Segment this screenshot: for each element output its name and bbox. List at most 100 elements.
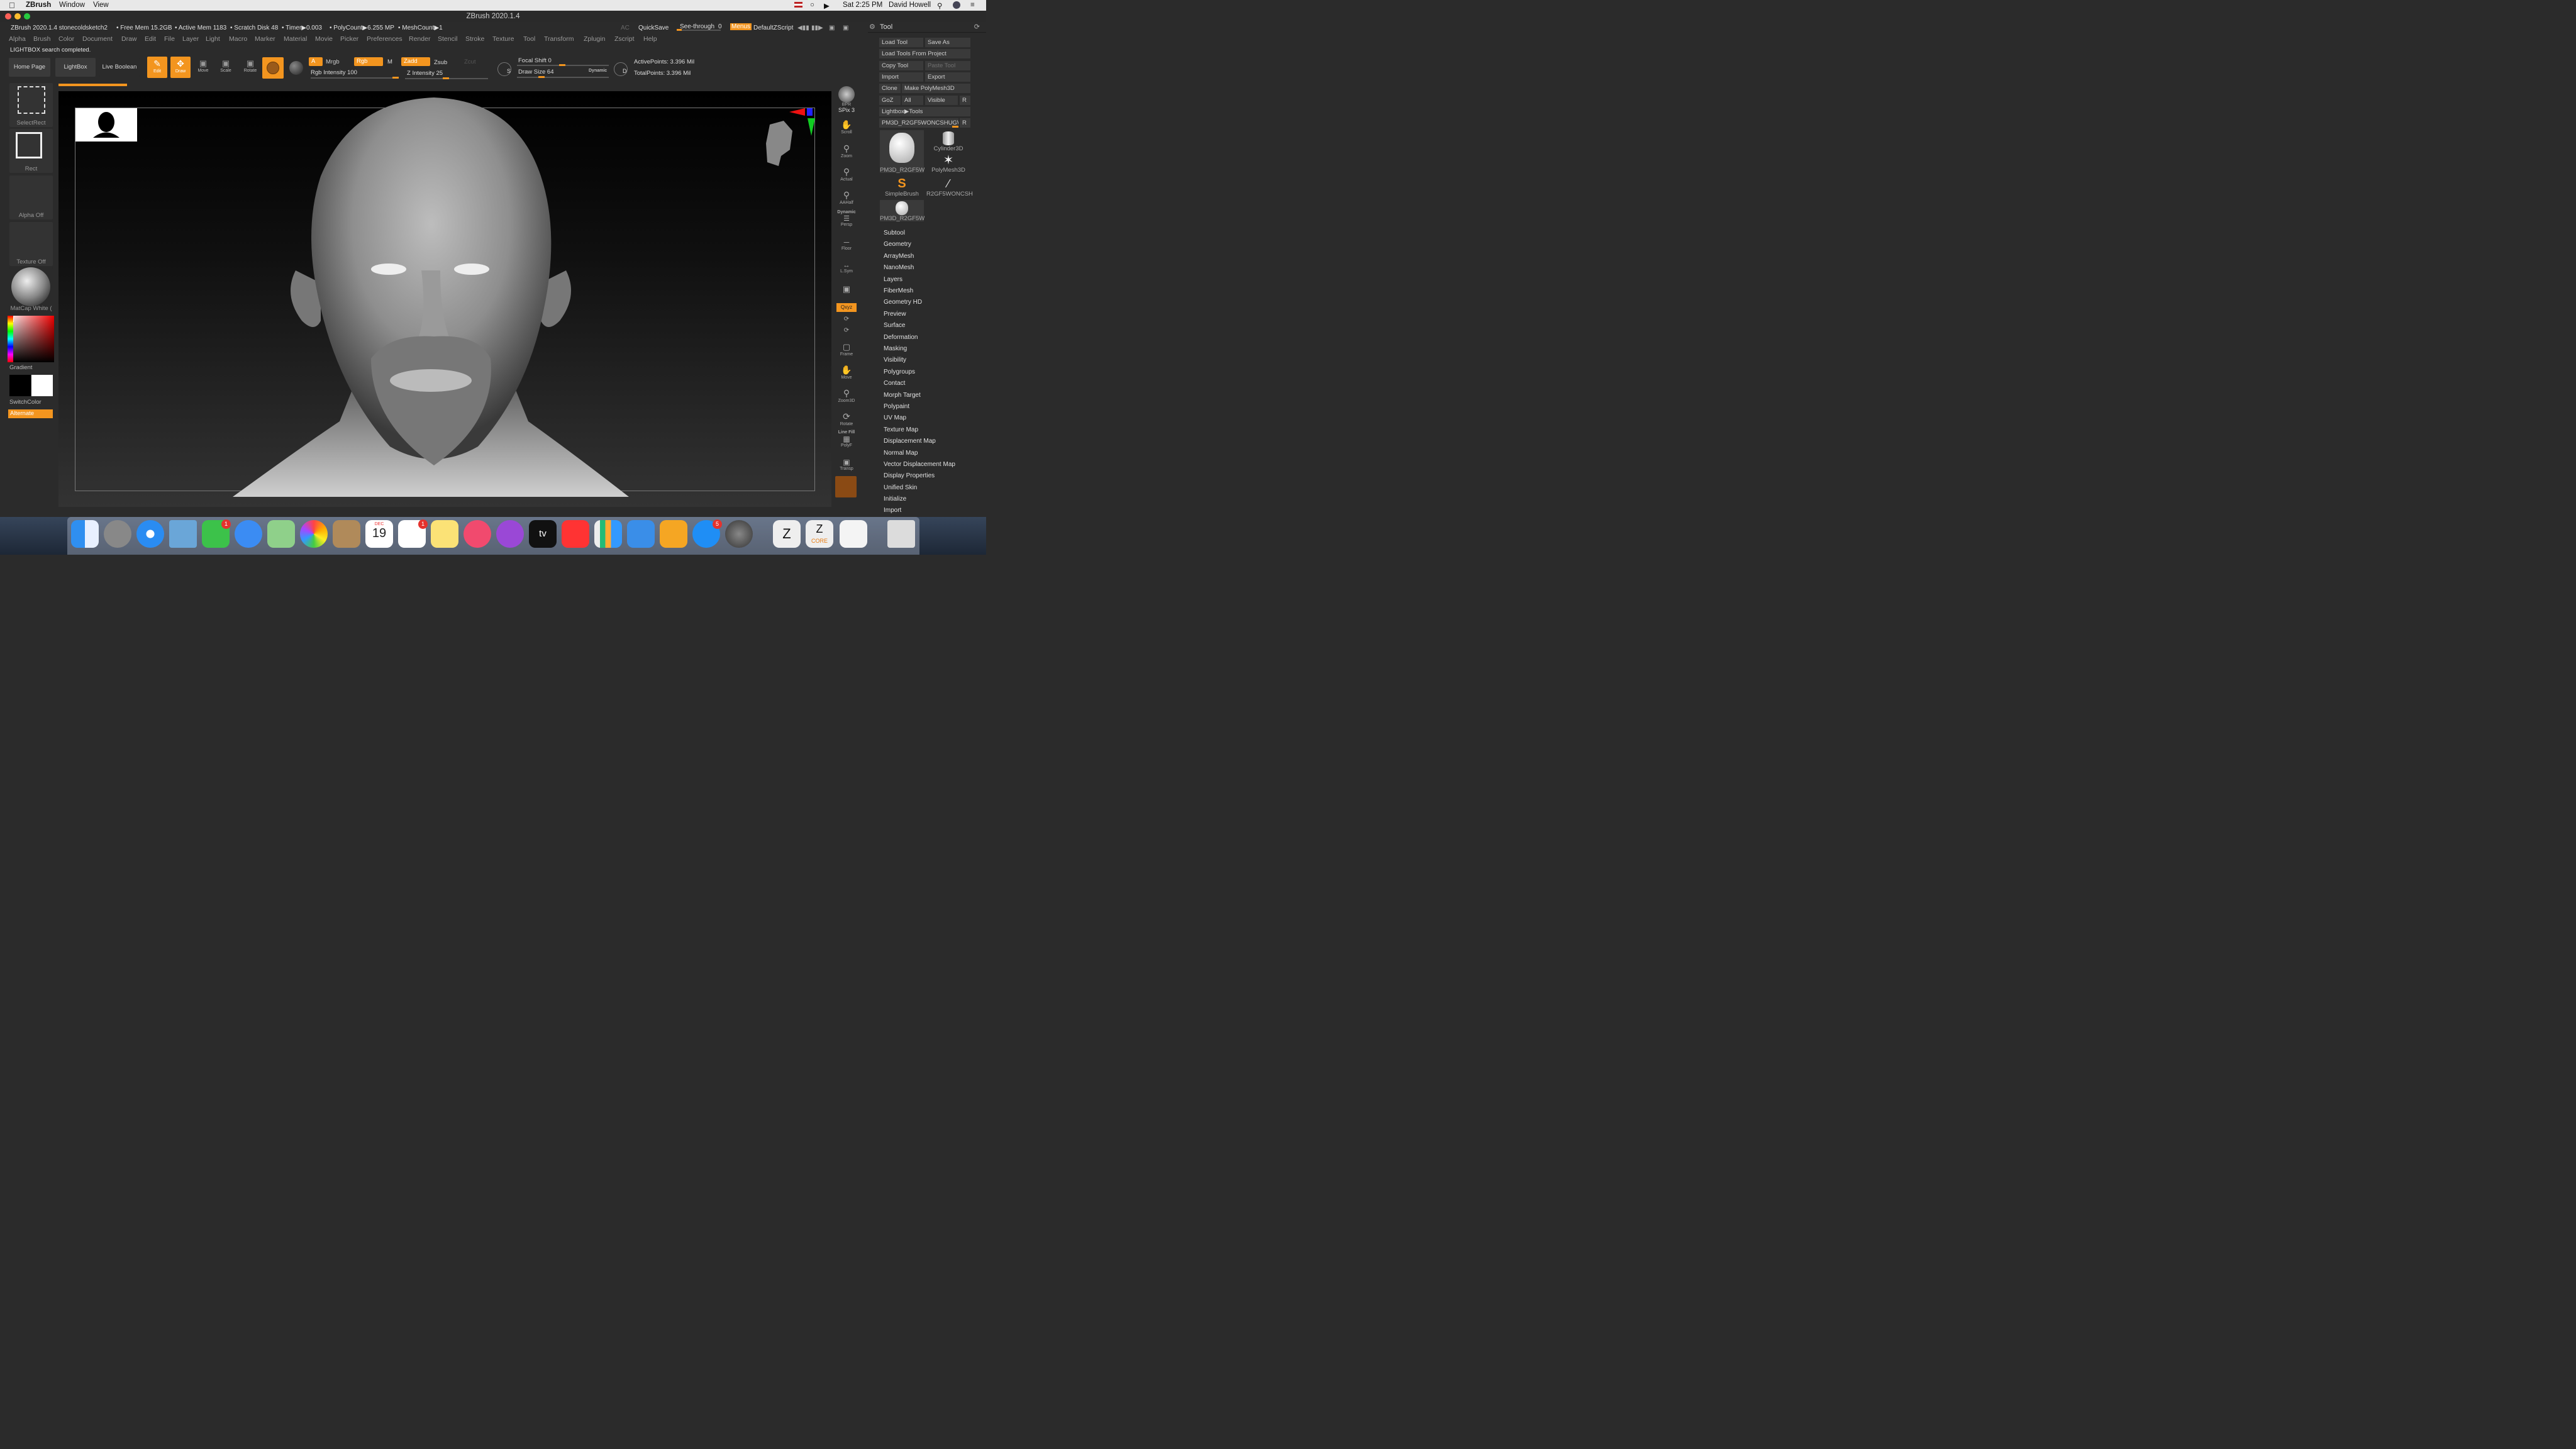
zbrush-core-icon[interactable]: Z CORE (806, 520, 833, 548)
alternate-toggle[interactable]: Alternate (8, 409, 53, 418)
menu-alpha[interactable]: Alpha (9, 35, 26, 43)
scroll-button[interactable]: ✋ Scroll (836, 119, 857, 135)
calendar-icon[interactable]: DEC 19 (365, 520, 393, 548)
rect-slot[interactable]: Rect (9, 129, 53, 173)
zbrush-icon[interactable]: Z (773, 520, 801, 548)
notes-icon[interactable] (431, 520, 458, 548)
ac-button[interactable]: AC (621, 25, 630, 31)
menu-render[interactable]: Render (409, 35, 430, 43)
user-name[interactable]: David Howell (889, 1, 931, 9)
app-menu[interactable]: ZBrush (26, 1, 51, 9)
menu-file[interactable]: File (164, 35, 175, 43)
subpalette-polygroups[interactable]: Polygroups (884, 369, 915, 375)
menu-texture[interactable]: Texture (492, 35, 514, 43)
polyf-button[interactable]: Line Fill ▦ PolyF (836, 430, 857, 448)
goz-all-button[interactable]: All (902, 96, 923, 105)
wifi-icon[interactable]: ○ (810, 1, 814, 9)
safari-icon[interactable] (136, 520, 164, 548)
current-tool-r-button[interactable]: R (960, 118, 970, 128)
subpalette-layers[interactable]: Layers (884, 276, 902, 283)
subpalette-display-properties[interactable]: Display Properties (884, 472, 935, 479)
rotate-mode-button[interactable]: ▣ Rotate (241, 58, 260, 77)
move-mode-button[interactable]: ▣ Move (194, 58, 213, 77)
tool-tile-pm3d-1[interactable]: PM3D_R2GF5W (880, 130, 924, 174)
draw-size-slider[interactable]: Draw Size 64 (518, 69, 554, 75)
a-toggle[interactable]: A (309, 57, 323, 66)
load-tool-button[interactable]: Load Tool (879, 38, 923, 47)
music-icon[interactable] (464, 520, 491, 548)
m-toggle[interactable]: M (387, 58, 392, 65)
menu-layer[interactable]: Layer (182, 35, 199, 43)
layout-icon-1[interactable]: ◀▮▮ (797, 25, 809, 31)
tool-tile-polymesh3d[interactable]: ✶ PolyMesh3D (926, 154, 970, 175)
textedit-icon[interactable] (840, 520, 867, 548)
move-view-button[interactable]: ✋ Move (836, 365, 857, 380)
paste-tool-button[interactable]: Paste Tool (925, 61, 970, 70)
menu-transform[interactable]: Transform (544, 35, 574, 43)
subpalette-unified-skin[interactable]: Unified Skin (884, 484, 917, 491)
tool-tile-simplebrush[interactable]: S SimpleBrush (880, 177, 924, 198)
menu-preferences[interactable]: Preferences (367, 35, 402, 43)
copy-tool-button[interactable]: Copy Tool (879, 61, 923, 70)
subpalette-nanomesh[interactable]: NanoMesh (884, 264, 914, 271)
spix-slider[interactable]: SPix 3 (836, 107, 857, 113)
layout-icon-4[interactable]: ▣ (843, 25, 848, 31)
subpalette-initialize[interactable]: Initialize (884, 496, 906, 502)
ghost-button[interactable] (835, 476, 857, 497)
menu-light[interactable]: Light (206, 35, 220, 43)
xyz-toggle[interactable]: Qxyz (836, 303, 857, 312)
rotate-view-button[interactable]: ⟳ Rotate (836, 411, 857, 426)
finder-icon[interactable] (71, 520, 99, 548)
menu-stroke[interactable]: Stroke (465, 35, 484, 43)
layout-icon-3[interactable]: ▣ (829, 25, 835, 31)
lock-button[interactable]: ▣ (836, 284, 857, 294)
control-center-icon[interactable]: ≡ (970, 1, 975, 9)
subpalette-visibility[interactable]: Visibility (884, 357, 906, 364)
z-intensity-slider[interactable]: Z Intensity 25 (407, 70, 443, 77)
menu-material[interactable]: Material (284, 35, 307, 43)
subpalette-subtool[interactable]: Subtool (884, 230, 905, 236)
tool-tile-r2gf5[interactable]: ⁄ R2GF5WONCSH (926, 177, 973, 198)
select-rect-slot[interactable]: SelectRect (9, 83, 53, 127)
dynamic-toggle[interactable]: Dynamic (589, 69, 607, 73)
subpalette-normal-map[interactable]: Normal Map (884, 450, 918, 457)
material-sphere-icon[interactable] (289, 61, 303, 75)
keynote-icon[interactable] (627, 520, 655, 548)
subpalette-contact[interactable]: Contact (884, 380, 905, 387)
trash-icon[interactable] (887, 520, 915, 548)
quicksave-button[interactable]: QuickSave (638, 25, 669, 31)
secondary-color-swatch[interactable] (31, 375, 53, 396)
zsub-toggle[interactable]: Zsub (434, 59, 447, 66)
menu-draw[interactable]: Draw (121, 35, 137, 43)
see-through-slider[interactable] (677, 30, 721, 31)
subpalette-deformation[interactable]: Deformation (884, 334, 918, 341)
hue-strip[interactable] (8, 316, 13, 362)
clock[interactable]: Sat 2:25 PM (843, 1, 882, 9)
menu-edit[interactable]: Edit (145, 35, 156, 43)
import-tool-button[interactable]: Import (879, 72, 923, 82)
rgb-intensity-track[interactable] (311, 77, 399, 79)
menu-movie[interactable]: Movie (315, 35, 333, 43)
lightbox-button[interactable]: LightBox (55, 58, 96, 77)
rotate-axis-icon[interactable]: ⟳ (836, 316, 857, 323)
reference-thumbnail[interactable] (75, 108, 137, 142)
zadd-toggle[interactable]: Zadd (401, 57, 430, 66)
home-page-button[interactable]: Home Page (9, 58, 50, 77)
export-tool-button[interactable]: Export (925, 72, 970, 82)
zcut-toggle[interactable]: Zcut (464, 58, 475, 65)
brush-selector[interactable] (262, 57, 284, 79)
photos-icon[interactable] (300, 520, 328, 548)
menus-toggle[interactable]: Menus (730, 23, 752, 30)
mail-icon[interactable] (169, 520, 197, 548)
transp-button[interactable]: ▣ Transp (836, 458, 857, 471)
save-as-button[interactable]: Save As (925, 38, 970, 47)
minimize-window-button[interactable] (14, 13, 21, 19)
zoom-button[interactable]: ⚲ Zoom (836, 143, 857, 158)
goz-button[interactable]: GoZ (879, 96, 901, 105)
focal-shift-slider[interactable]: Focal Shift 0 (518, 57, 552, 64)
live-boolean-button[interactable]: Live Boolean (99, 58, 140, 77)
frame-button[interactable]: ▢ Frame (836, 342, 857, 357)
lightbox-tools-button[interactable]: Lightbox▶Tools (879, 107, 970, 116)
subpalette-displacement-map[interactable]: Displacement Map (884, 438, 936, 445)
subpalette-preview[interactable]: Preview (884, 311, 906, 318)
